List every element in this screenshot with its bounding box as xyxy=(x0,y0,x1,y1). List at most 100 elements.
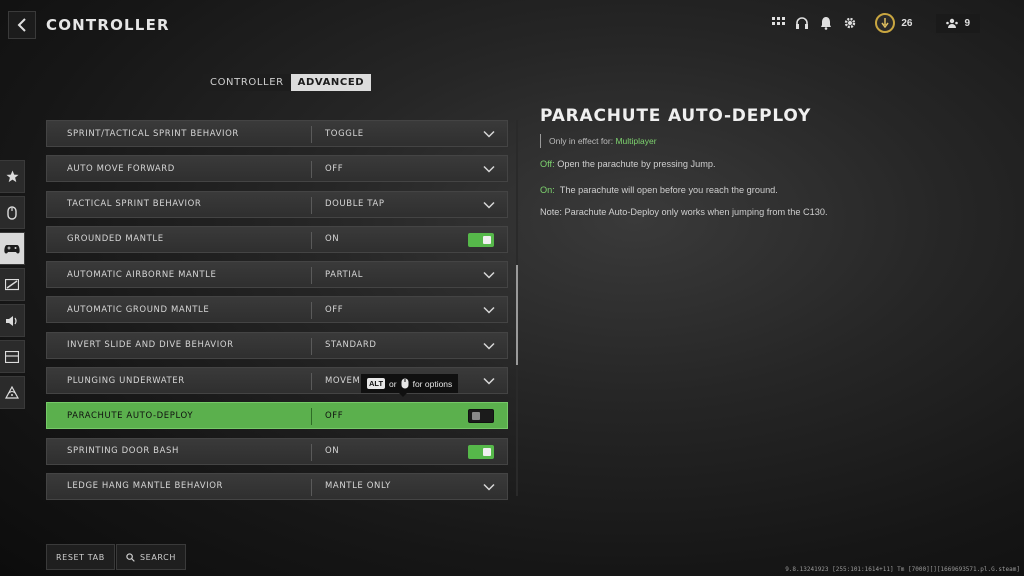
chevron-down-icon[interactable] xyxy=(483,304,495,316)
tab-bar: CONTROLLER ADVANCED xyxy=(203,74,372,91)
off-text: Open the parachute by pressing Jump. xyxy=(554,159,716,169)
setting-label: PARACHUTE AUTO-DEPLOY xyxy=(67,410,194,421)
setting-row-automatic-ground-mantle[interactable]: AUTOMATIC GROUND MANTLE OFF xyxy=(46,296,508,324)
setting-value: STANDARD xyxy=(325,340,377,351)
gamepad-icon xyxy=(4,244,20,253)
setting-row-grounded-mantle[interactable]: GROUNDED MANTLE ON xyxy=(46,225,508,253)
build-info: 9.8.13241923 [255:101:1614+11] Tm [7000]… xyxy=(785,566,1020,573)
chevron-down-icon[interactable] xyxy=(483,481,495,493)
back-button[interactable] xyxy=(8,11,36,39)
row-divider xyxy=(311,126,312,143)
row-divider xyxy=(311,231,312,249)
row-divider xyxy=(311,267,312,285)
mouse-icon xyxy=(401,378,409,389)
setting-row-tactical-sprint-behavior[interactable]: TACTICAL SPRINT BEHAVIOR DOUBLE TAP xyxy=(46,190,508,218)
row-divider xyxy=(311,161,312,179)
tab-controller[interactable]: CONTROLLER xyxy=(203,74,291,91)
setting-value: MANTLE ONLY xyxy=(325,481,391,492)
row-divider xyxy=(311,478,312,496)
row-divider xyxy=(311,443,312,461)
setting-row-automatic-airborne-mantle[interactable]: AUTOMATIC AIRBORNE MANTLE PARTIAL xyxy=(46,261,508,289)
level-emblem-icon xyxy=(875,13,896,33)
setting-label: SPRINT/TACTICAL SPRINT BEHAVIOR xyxy=(67,128,239,139)
party-icon xyxy=(946,18,959,28)
party-indicator[interactable]: 9 xyxy=(936,13,980,33)
mouse-icon xyxy=(7,205,17,220)
tooltip-or: or xyxy=(389,378,397,389)
setting-value: ON xyxy=(325,234,340,245)
alt-key-hint: ALT xyxy=(367,378,386,389)
setting-label: SPRINTING DOOR BASH xyxy=(67,446,180,457)
scope-value: Multiplayer xyxy=(615,136,657,146)
setting-value: PARTIAL xyxy=(325,269,364,280)
setting-label: LEDGE HANG MANTLE BEHAVIOR xyxy=(67,481,224,492)
setting-row-parachute-auto-deploy[interactable]: PARACHUTE AUTO-DEPLOY OFF xyxy=(46,402,508,430)
chevron-down-icon[interactable] xyxy=(483,199,495,211)
display-icon xyxy=(5,278,19,290)
search-icon xyxy=(126,552,135,562)
setting-value: OFF xyxy=(325,304,344,315)
grid-menu-icon[interactable] xyxy=(771,16,785,30)
setting-row-sprinting-door-bash[interactable]: SPRINTING DOOR BASH ON xyxy=(46,437,508,465)
side-nav xyxy=(0,160,25,412)
search-button[interactable]: SEARCH xyxy=(116,544,186,570)
player-level[interactable]: 26 xyxy=(875,13,912,33)
setting-label: GROUNDED MANTLE xyxy=(67,234,164,245)
headset-icon[interactable] xyxy=(795,16,809,30)
setting-row-ledge-hang-mantle-behavior[interactable]: LEDGE HANG MANTLE BEHAVIOR MANTLE ONLY xyxy=(46,472,508,500)
toggle-switch[interactable] xyxy=(468,409,494,424)
tab-advanced[interactable]: ADVANCED xyxy=(290,74,372,91)
side-nav-audio[interactable] xyxy=(0,304,25,337)
bell-icon[interactable] xyxy=(819,16,833,30)
side-nav-mouse[interactable] xyxy=(0,196,25,229)
setting-label: PLUNGING UNDERWATER xyxy=(67,375,185,386)
setting-row-auto-move-forward[interactable]: AUTO MOVE FORWARD OFF xyxy=(46,155,508,183)
setting-value: OFF xyxy=(325,410,344,421)
chevron-down-icon[interactable] xyxy=(483,269,495,281)
settings-list: SPRINT/TACTICAL SPRINT BEHAVIOR TOGGLE A… xyxy=(46,120,508,508)
reset-tab-label: RESET TAB xyxy=(56,552,105,562)
scrollbar-thumb[interactable] xyxy=(516,265,518,365)
network-icon xyxy=(5,386,19,399)
speaker-icon xyxy=(6,315,17,326)
side-nav-controller[interactable] xyxy=(0,232,25,265)
options-tooltip: ALT or for options xyxy=(361,374,459,397)
setting-label: AUTOMATIC GROUND MANTLE xyxy=(67,304,210,315)
top-icons: 26 9 xyxy=(771,13,980,33)
chevron-down-icon[interactable] xyxy=(483,375,495,387)
setting-label: INVERT SLIDE AND DIVE BEHAVIOR xyxy=(67,340,234,351)
detail-scope: Only in effect for: Multiplayer xyxy=(540,134,980,148)
detail-off-description: Off: Open the parachute by pressing Jump… xyxy=(540,159,980,169)
chevron-down-icon[interactable] xyxy=(483,340,495,352)
tooltip-text: for options xyxy=(412,378,453,389)
toggle-switch[interactable] xyxy=(468,232,494,247)
setting-value: TOGGLE xyxy=(325,128,364,139)
setting-row-invert-slide-and-dive-behavior[interactable]: INVERT SLIDE AND DIVE BEHAVIOR STANDARD xyxy=(46,331,508,359)
reset-tab-button[interactable]: RESET TAB xyxy=(46,544,115,570)
search-label: SEARCH xyxy=(140,552,176,562)
chevron-left-icon xyxy=(17,18,26,32)
setting-row-sprint-tactical-sprint-behavior[interactable]: SPRINT/TACTICAL SPRINT BEHAVIOR TOGGLE xyxy=(46,120,508,147)
party-count: 9 xyxy=(964,17,970,29)
star-icon xyxy=(5,170,19,183)
on-key: On: xyxy=(540,185,555,195)
settings-scrollbar[interactable] xyxy=(516,120,518,496)
interface-icon xyxy=(5,350,19,363)
side-nav-interface[interactable] xyxy=(0,340,25,373)
side-nav-network[interactable] xyxy=(0,376,25,409)
chevron-down-icon[interactable] xyxy=(483,128,495,140)
setting-label: TACTICAL SPRINT BEHAVIOR xyxy=(67,199,202,210)
level-value: 26 xyxy=(901,17,913,29)
side-nav-graphics[interactable] xyxy=(0,268,25,301)
off-key: Off: xyxy=(540,159,555,169)
setting-label: AUTOMATIC AIRBORNE MANTLE xyxy=(67,269,217,280)
setting-value: OFF xyxy=(325,163,344,174)
row-divider xyxy=(311,337,312,355)
toggle-switch[interactable] xyxy=(468,444,494,459)
gear-icon[interactable] xyxy=(843,16,857,30)
setting-value: ON xyxy=(325,446,340,457)
setting-detail-panel: PARACHUTE AUTO-DEPLOY Only in effect for… xyxy=(540,106,980,217)
side-nav-favorites[interactable] xyxy=(0,160,25,193)
chevron-down-icon[interactable] xyxy=(483,163,495,175)
detail-on-description: On: The parachute will open before you r… xyxy=(540,185,980,195)
